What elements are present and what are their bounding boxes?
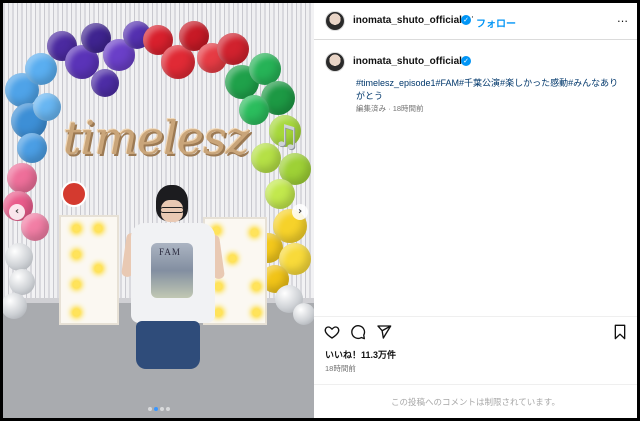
- share-icon[interactable]: [376, 324, 392, 340]
- marquee-bulb: [253, 309, 260, 316]
- comment-icon[interactable]: [350, 324, 366, 340]
- follow-button[interactable]: フォロー: [476, 15, 516, 30]
- comments-restricted-notice: この投稿へのコメントは制限されています。: [314, 384, 637, 418]
- balloon-pink: [21, 213, 49, 241]
- music-note-balloon: ♫: [273, 119, 300, 154]
- edited-label: 編集済み: [356, 104, 386, 113]
- header-username[interactable]: inomata_shuto_official: [353, 15, 462, 26]
- person-glasses: [160, 207, 184, 213]
- balloon-silver: [5, 243, 33, 271]
- tshirt-text: FAM: [159, 247, 181, 257]
- person-jeans: [136, 321, 200, 369]
- bookmark-icon[interactable]: [613, 324, 627, 340]
- balloon-red: [217, 33, 249, 65]
- carousel-prev-button[interactable]: ‹: [9, 204, 25, 220]
- verified-badge-icon: ✓: [461, 56, 471, 66]
- carousel-dot: [165, 407, 170, 411]
- post-side-panel: inomata_shuto_official ✓ · フォロー … inomat…: [314, 3, 637, 418]
- balloon-silver: [293, 303, 314, 325]
- caption-username[interactable]: inomata_shuto_official: [353, 56, 462, 67]
- marquee-bulb: [253, 283, 260, 290]
- balloon-blue: [33, 93, 61, 121]
- balloon-blue: [17, 133, 47, 163]
- balloon-pink: [7, 163, 37, 193]
- caption-avatar[interactable]: [325, 52, 345, 72]
- marquee-letter-glyph: A: [157, 265, 186, 310]
- marquee-bulb: [95, 225, 102, 232]
- edited-time: 18時間前: [392, 104, 424, 113]
- avatar[interactable]: [325, 11, 345, 31]
- separator-dot: ·: [471, 13, 474, 23]
- marquee-bulb: [215, 309, 222, 316]
- mascot-character: [61, 181, 87, 207]
- marquee-bulb: [73, 309, 80, 316]
- carousel-dot: [153, 407, 158, 411]
- carousel-next-button[interactable]: ›: [292, 204, 308, 220]
- balloon-silver: [9, 269, 35, 295]
- marquee-bulb: [73, 225, 80, 232]
- post-timestamp[interactable]: 18時間前: [325, 363, 356, 374]
- marquee-bulb: [73, 251, 80, 258]
- post-header: inomata_shuto_official ✓ · フォロー …: [314, 3, 637, 40]
- gold-balloon-text: timelesz: [63, 111, 250, 165]
- balloon-purple: [91, 69, 119, 97]
- balloon-lime: [265, 179, 295, 209]
- chevron-right-icon: ›: [297, 206, 303, 217]
- post-caption[interactable]: #timelesz_episode1#FAM#千葉公演#楽しかった感動#みんなあ…: [356, 77, 626, 103]
- carousel-dot: [159, 407, 164, 411]
- like-count[interactable]: いいね！11.3万件: [325, 348, 396, 361]
- action-bar: [314, 316, 637, 346]
- marquee-letter-glyph: M: [217, 265, 250, 310]
- marquee-letter-glyph: F: [73, 263, 97, 308]
- carousel-indicator: [3, 407, 314, 411]
- carousel-dot: [147, 407, 152, 411]
- more-options-icon[interactable]: …: [617, 12, 628, 25]
- post-edited-meta: 編集済み · 18時間前: [356, 103, 424, 114]
- verified-badge-icon: ✓: [461, 15, 471, 25]
- marquee-bulb: [251, 229, 258, 236]
- heart-icon[interactable]: [324, 324, 340, 340]
- marquee-bulb: [229, 255, 236, 262]
- instagram-post-modal: timelesz ♫ FAM ‹ › inomata_shuto_officia…: [0, 0, 640, 421]
- post-photo[interactable]: timelesz ♫ FAM ‹ ›: [3, 3, 314, 418]
- chevron-left-icon: ‹: [14, 206, 20, 217]
